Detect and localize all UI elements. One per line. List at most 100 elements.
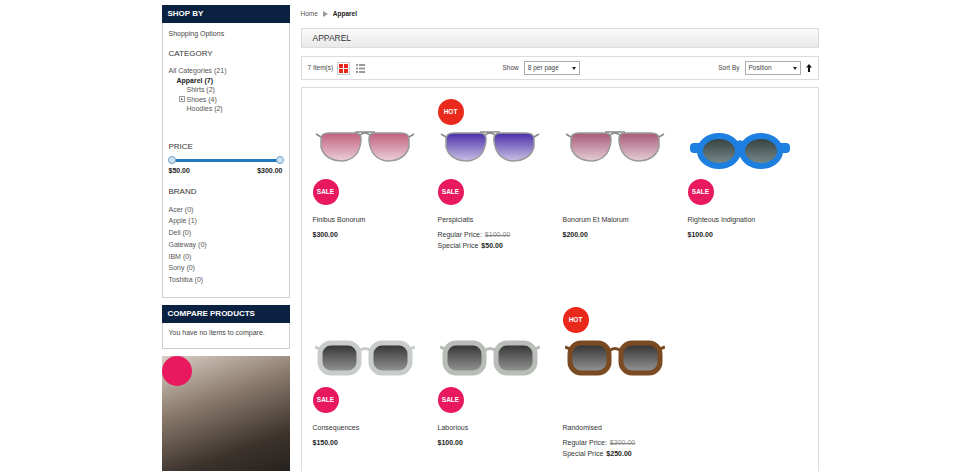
toolbar: 7 Item(s)Show8 per pageSort ByPosition <box>301 56 819 80</box>
product-name[interactable]: Perspiciatis <box>438 215 563 225</box>
regular-price-label: Regular Price: <box>438 231 482 238</box>
brand-item[interactable]: Dell (0) <box>169 227 283 239</box>
product-image[interactable]: SALE <box>313 97 418 207</box>
product-grid: SALEFinibus Bonorum$300.00HOTSALEPerspic… <box>301 87 819 471</box>
price-min-handle[interactable] <box>168 156 176 164</box>
product-price: Regular Price:$300.00Special Price$250.0… <box>563 437 688 459</box>
toolbar-left: 7 Item(s) <box>308 62 503 75</box>
brand-item[interactable]: IBM (0) <box>169 251 283 263</box>
page: SHOP BYShopping OptionsCATEGORYAll Categ… <box>162 0 819 471</box>
category-label[interactable]: Apparel (7) <box>177 76 214 86</box>
breadcrumb-bar: HomeApparel <box>301 5 819 23</box>
brand-item[interactable]: Sony (0) <box>169 262 283 274</box>
product-card[interactable]: HOT SALE Perspiciatis Regular Price:$100.00… <box>438 97 563 305</box>
expand-icon[interactable] <box>179 96 185 102</box>
product-price: $150.00 <box>313 437 438 448</box>
product-price: $300.00 <box>313 229 438 240</box>
product-image[interactable]: HOT <box>563 305 668 415</box>
category-label[interactable]: Hoodies (2) <box>187 104 223 114</box>
price-value: $300.00 <box>313 229 438 240</box>
sort-direction-icon[interactable] <box>806 64 812 72</box>
product-card[interactable]: SALE Consequences $150.00 <box>313 305 438 471</box>
sort-select[interactable]: Position <box>745 61 801 75</box>
brand-item[interactable]: Acer (0) <box>169 204 283 216</box>
compare-title: COMPARE PRODUCTS <box>162 305 290 323</box>
category-item[interactable]: Hoodies (2) <box>169 104 283 114</box>
product-image[interactable]: HOT SALE <box>438 97 543 207</box>
product-price: $100.00 <box>438 437 563 448</box>
sunglasses-icon <box>565 127 665 177</box>
product-name[interactable]: Bonorum Et Malorum <box>563 215 688 225</box>
per-page-select[interactable]: 8 per page <box>524 61 580 75</box>
per-page-group: Show 8 per page <box>503 61 580 75</box>
price-max-handle[interactable] <box>276 156 284 164</box>
sunglasses-icon <box>440 335 540 385</box>
breadcrumb-item[interactable]: Home <box>301 10 318 18</box>
grid-glyph-icon <box>339 64 348 73</box>
product-image[interactable] <box>563 97 668 207</box>
product-name[interactable]: Consequences <box>313 423 438 433</box>
price-max: $300.00 <box>257 166 282 175</box>
list-view-icon[interactable] <box>354 62 367 75</box>
category-item[interactable]: Shirts (2) <box>169 85 283 95</box>
category-label[interactable]: Shirts (2) <box>187 85 215 95</box>
product-card[interactable]: SALERighteous Indignation$100.00 <box>688 97 813 305</box>
brand-item[interactable]: Apple (1) <box>169 215 283 227</box>
brand-item[interactable]: Gateway (0) <box>169 239 283 251</box>
category-item[interactable]: All Categories (21) <box>169 66 283 76</box>
category-title: APPAREL <box>313 33 352 43</box>
dropdown-caret-icon[interactable] <box>572 67 576 70</box>
special-price-label: Special Price <box>563 450 604 457</box>
price-value: $150.00 <box>313 437 438 448</box>
grid-view-icon[interactable] <box>337 62 350 75</box>
category-label[interactable]: All Categories (21) <box>169 66 227 76</box>
price-heading: PRICE <box>169 142 283 152</box>
price-slider-fill <box>172 159 280 162</box>
special-price-label: Special Price <box>438 242 479 249</box>
sunglasses-icon <box>690 127 790 177</box>
product-name[interactable]: Righteous Indignation <box>688 215 813 225</box>
product-name[interactable]: Randomised <box>563 423 688 433</box>
sunglasses-icon <box>565 335 665 385</box>
regular-price: Regular Price:$100.00 <box>438 229 563 240</box>
product-card[interactable]: SALE Laborious $100.00 <box>438 305 563 471</box>
product-card[interactable]: HOT Randomised Regular Price:$300.00Specia… <box>563 305 688 471</box>
sunglasses-icon <box>315 335 415 385</box>
price-slider[interactable] <box>172 159 280 162</box>
product-image[interactable]: SALE <box>313 305 418 415</box>
special-price: Special Price$50.00 <box>438 240 563 251</box>
promo-sticker <box>162 356 192 386</box>
price-value: $100.00 <box>438 437 563 448</box>
brand-item[interactable]: Toshiba (0) <box>169 274 283 286</box>
sale-badge: SALE <box>688 179 714 205</box>
hot-badge: HOT <box>438 99 464 125</box>
price-min: $50.00 <box>169 166 190 175</box>
product-card[interactable]: SALE Finibus Bonorum $300.00 <box>313 97 438 305</box>
product-price: $200.00 <box>563 229 688 240</box>
sale-badge: SALE <box>313 179 339 205</box>
category-title-bar: APPAREL <box>301 28 819 48</box>
special-price: Special Price$250.00 <box>563 448 688 459</box>
dropdown-caret-icon[interactable] <box>793 67 797 70</box>
category-label[interactable]: Shoes (4) <box>187 95 217 105</box>
product-image[interactable]: SALE <box>688 97 793 207</box>
product-name[interactable]: Finibus Bonorum <box>313 215 438 225</box>
promo-banner[interactable] <box>162 356 290 471</box>
special-price-value: $50.00 <box>481 242 502 249</box>
sunglasses-icon <box>440 127 540 177</box>
product-card[interactable]: Bonorum Et Malorum $200.00 <box>563 97 688 305</box>
sale-badge: SALE <box>313 387 339 413</box>
per-page-value[interactable]: 8 per page <box>528 64 559 72</box>
category-item[interactable]: Shoes (4) <box>169 95 283 105</box>
shop-by-panel: Shopping OptionsCATEGORYAll Categories (… <box>162 23 290 298</box>
show-label: Show <box>503 64 519 72</box>
regular-price-label: Regular Price: <box>563 439 607 446</box>
sale-badge: SALE <box>438 179 464 205</box>
sale-badge: SALE <box>438 387 464 413</box>
sort-value[interactable]: Position <box>749 64 772 72</box>
product-name[interactable]: Laborious <box>438 423 563 433</box>
product-image[interactable]: SALE <box>438 305 543 415</box>
category-item[interactable]: Apparel (7) <box>169 76 283 86</box>
price-filter: PRICE $50.00 $300.00 <box>169 142 283 175</box>
product-price: Regular Price:$100.00Special Price$50.00 <box>438 229 563 251</box>
